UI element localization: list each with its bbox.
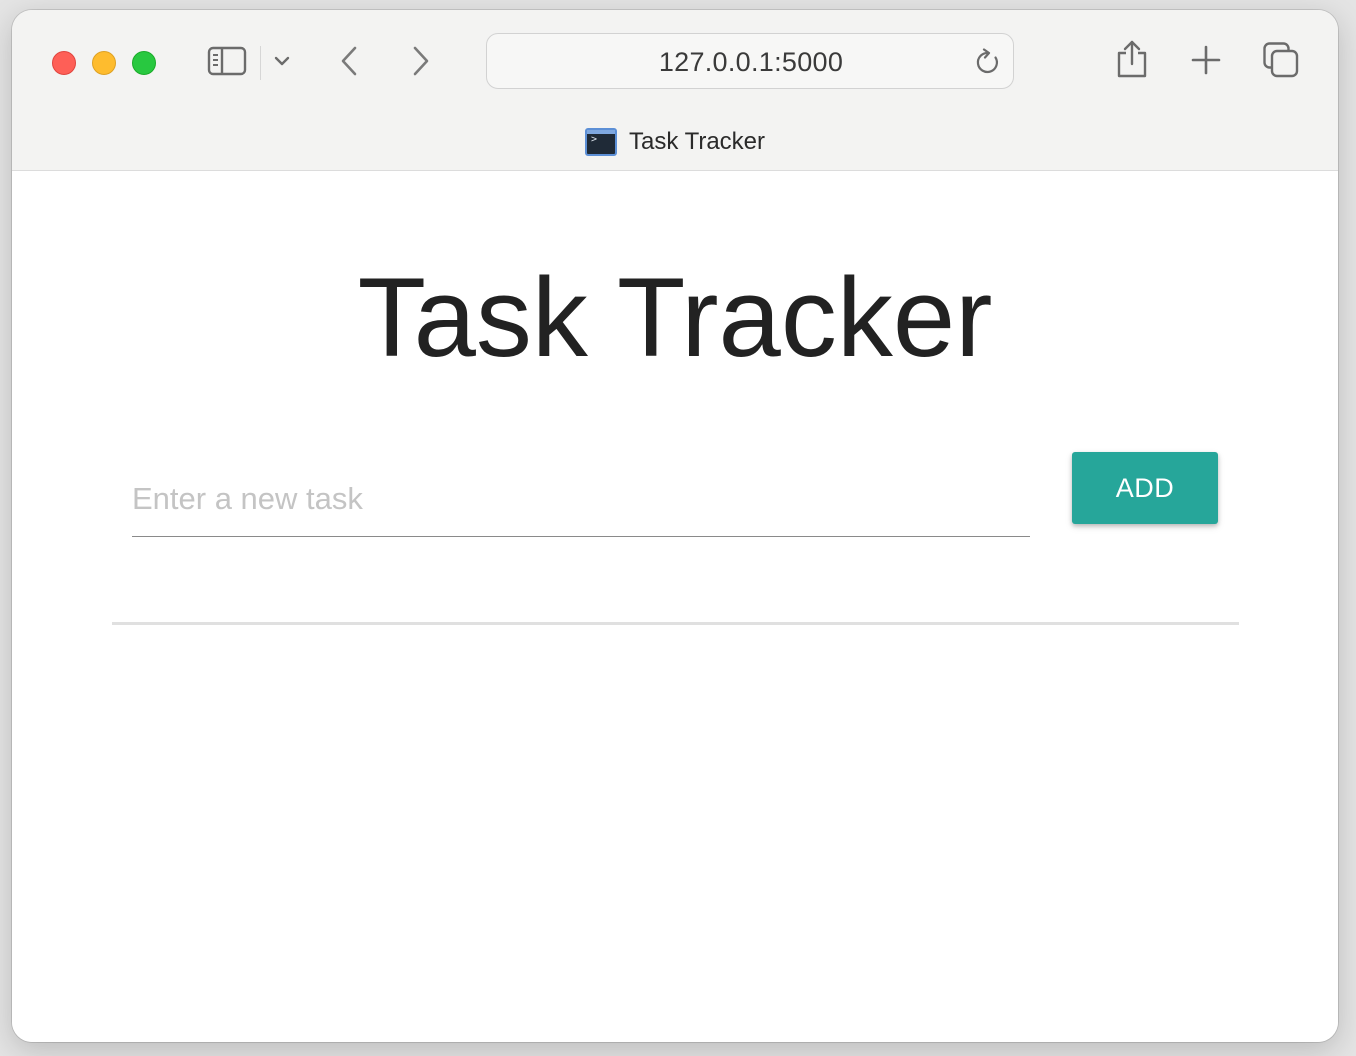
- minimize-window-button[interactable]: [92, 51, 116, 75]
- chevron-down-icon[interactable]: [272, 52, 292, 70]
- add-task-button[interactable]: ADD: [1072, 452, 1218, 524]
- share-icon[interactable]: [1114, 38, 1150, 80]
- new-task-input[interactable]: [132, 461, 1030, 537]
- address-bar[interactable]: 127.0.0.1:5000: [486, 33, 1014, 89]
- page-content: Task Tracker ADD: [12, 171, 1338, 1042]
- tabs-overview-icon[interactable]: [1262, 41, 1300, 79]
- task-list-divider: [112, 622, 1239, 625]
- page-title: Task Tracker: [357, 255, 993, 380]
- maximize-window-button[interactable]: [132, 51, 156, 75]
- reload-icon[interactable]: [975, 48, 1001, 81]
- plus-icon[interactable]: [1190, 44, 1222, 76]
- tab-title: Task Tracker: [628, 128, 766, 155]
- sidebar-icon[interactable]: [206, 44, 248, 78]
- address-text: 127.0.0.1:5000: [658, 47, 844, 77]
- chevron-left-icon[interactable]: [336, 44, 362, 78]
- chevron-right-icon[interactable]: [408, 44, 434, 78]
- browser-tab[interactable]: Task Tracker: [12, 122, 1338, 162]
- browser-toolbar: 127.0.0.1:5000 > Task Tracker: [12, 10, 1338, 171]
- close-window-button[interactable]: [52, 51, 76, 75]
- terminal-icon: [584, 128, 617, 156]
- browser-window: 127.0.0.1:5000 > Task Tracker Task Track…: [12, 10, 1338, 1042]
- toolbar-divider: [260, 46, 261, 80]
